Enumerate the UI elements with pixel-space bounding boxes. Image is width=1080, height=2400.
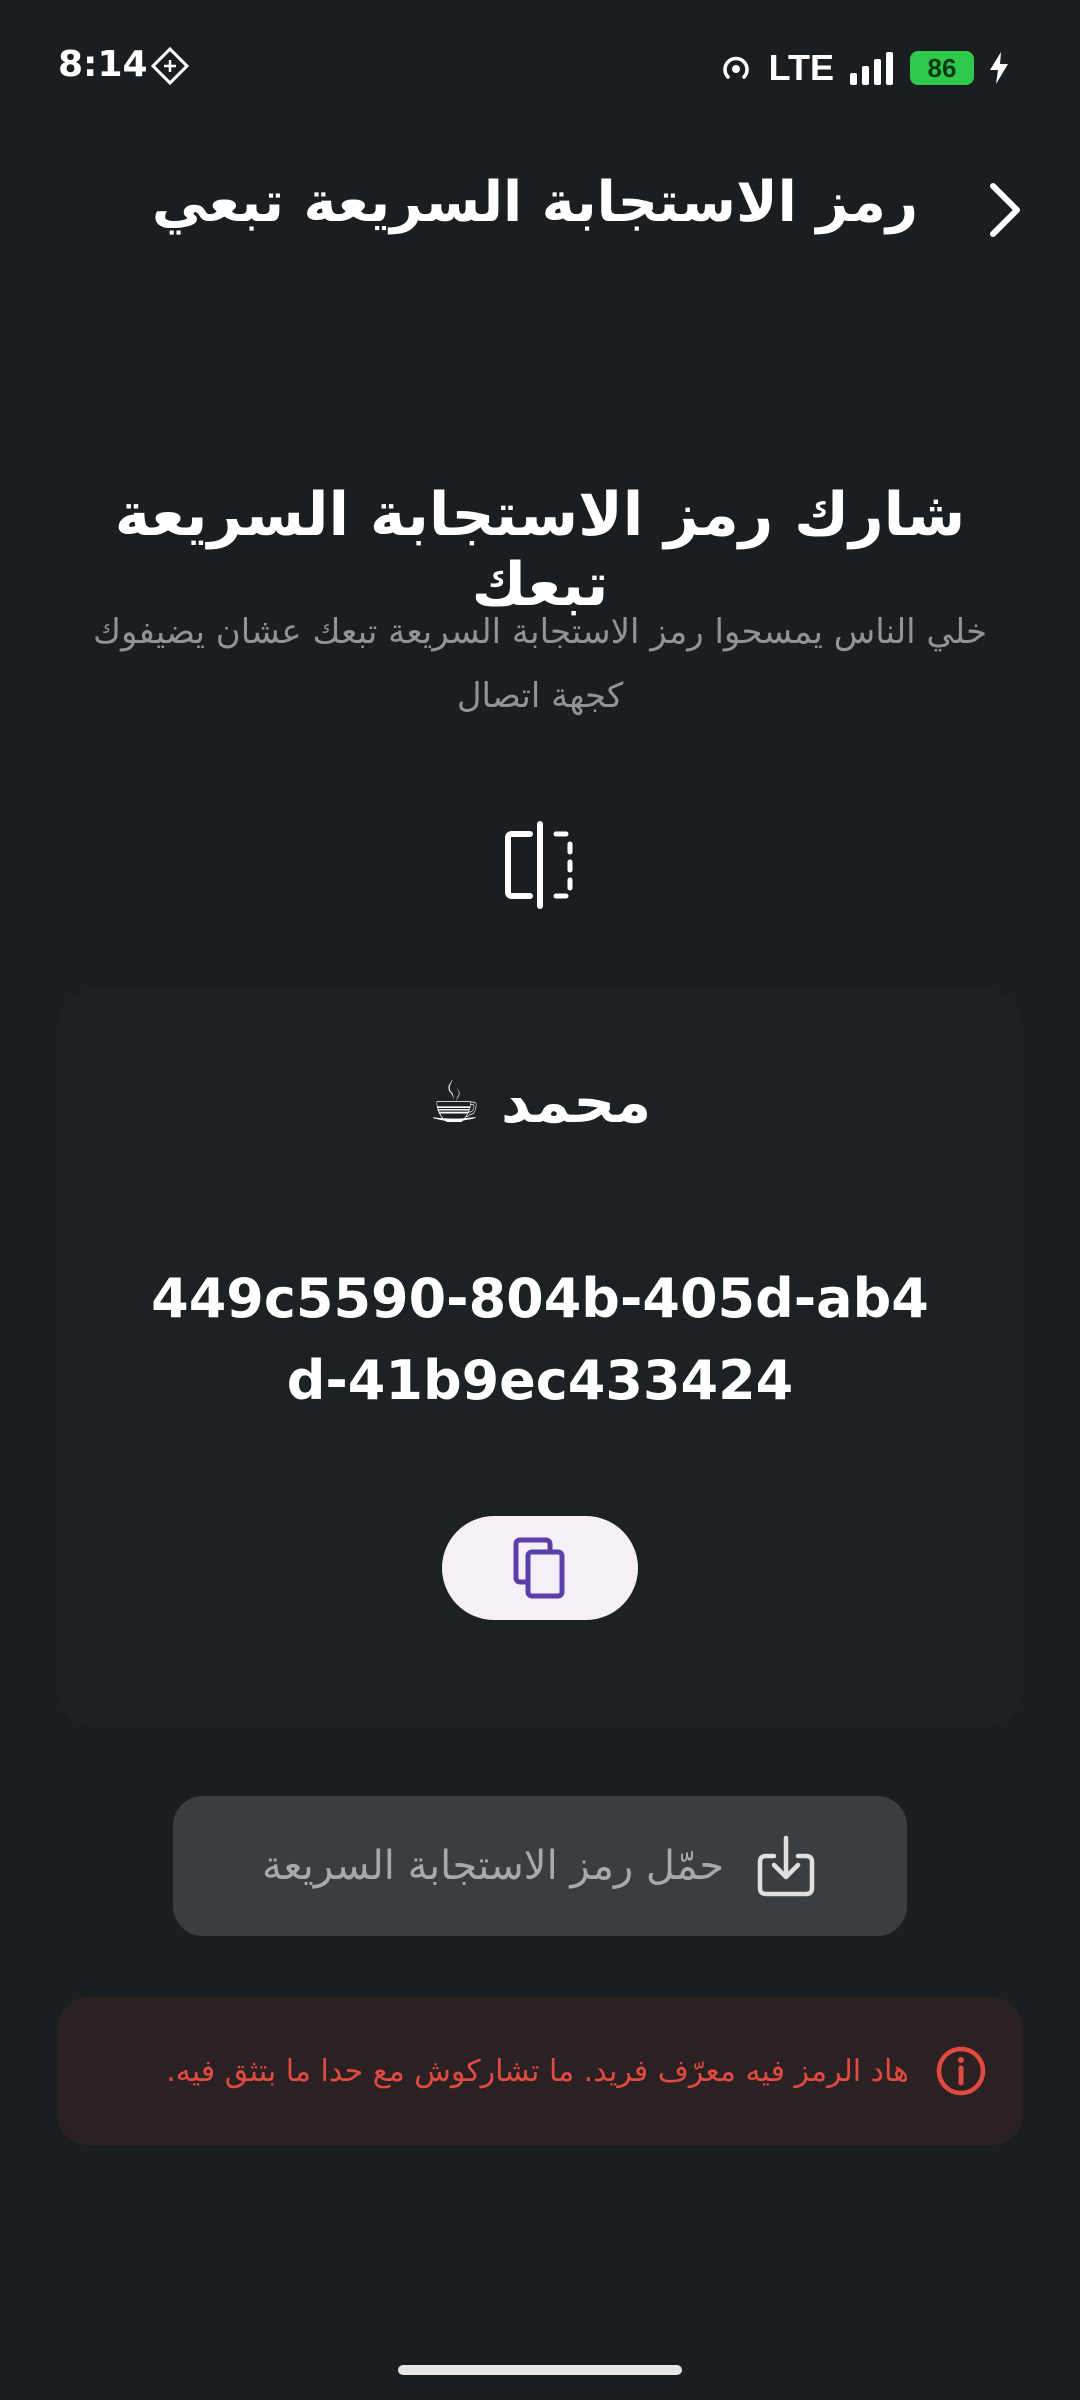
hotspot-icon [722,56,749,79]
share-title: شارك رمز الاستجابة السريعة تبعك [114,480,966,620]
contact-card: محمد ☕ 449c5590-804b-405d-ab4d-41b9ec433… [57,988,1023,1728]
home-indicator[interactable] [398,2365,682,2375]
page-title: رمز الاستجابة السريعة تبعي [151,170,919,235]
battery-level: 86 [927,52,957,83]
info-icon [936,2046,986,2096]
download-qr-button[interactable]: حمّل رمز الاستجابة السريعة [173,1796,907,1936]
share-subtitle: خلي الناس يمسحوا رمز الاستجابة السريعة ت… [92,612,988,716]
qr-screen: 8:14 LTE 86 رمز الاستجابة السريعة تبعي ش… [0,0,1080,2400]
signal-icon [850,52,893,85]
status-bar: 8:14 LTE 86 [0,0,1080,130]
battery-indicator: 86 [910,51,974,85]
charging-bolt-icon [990,52,1008,84]
copy-button[interactable] [442,1516,638,1620]
download-label: حمّل رمز الاستجابة السريعة [261,1843,725,1889]
network-type: LTE [768,47,834,88]
notification-icon [150,46,190,86]
status-icons: LTE 86 [717,47,1010,88]
contact-id: 449c5590-804b-405d-ab4d-41b9ec433424 [151,1267,929,1412]
back-button[interactable] [970,170,1040,250]
contact-name: محمد ☕ [428,1068,652,1136]
chevron-right-icon [990,183,1020,237]
warning-banner: هاد الرمز فيه معرّف فريد. ما تشاركوش مع … [57,1997,1023,2145]
status-time: 8:14 [58,44,148,85]
download-icon [757,1835,815,1897]
warning-text: هاد الرمز فيه معرّف فريد. ما تشاركوش مع … [166,2053,909,2089]
flip-icon[interactable] [500,820,580,910]
copy-icon [513,1537,565,1599]
